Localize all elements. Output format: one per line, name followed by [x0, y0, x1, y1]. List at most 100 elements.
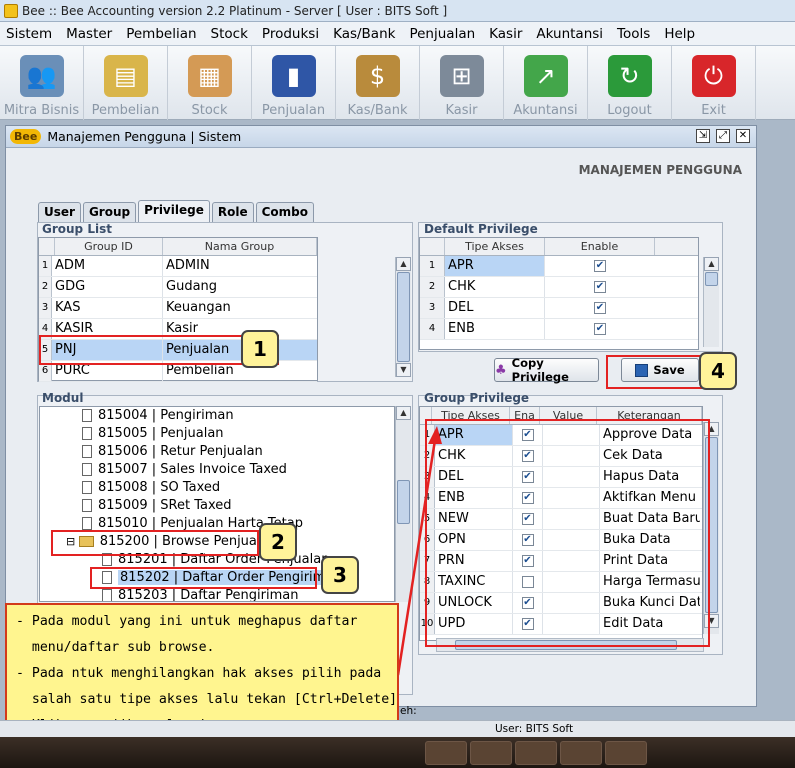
- toolbar-kas-bank-button[interactable]: $ Kas/Bank: [336, 46, 420, 120]
- callout-2: 2: [259, 523, 297, 561]
- status-user: User: BITS Soft: [495, 723, 574, 735]
- tab-role[interactable]: Role: [211, 202, 254, 222]
- toolbar-label: Kas/Bank: [347, 103, 408, 118]
- enable-checkbox[interactable]: ✔: [594, 280, 606, 293]
- toolbar-label: Akuntansi: [513, 103, 578, 118]
- menu-tools[interactable]: Tools: [617, 26, 650, 42]
- default-privilege-scrollbar[interactable]: ▲: [703, 257, 719, 347]
- enable-checkbox[interactable]: ✔: [594, 301, 606, 314]
- document-icon: [82, 481, 92, 494]
- menu-kasbank[interactable]: Kas/Bank: [333, 26, 395, 42]
- app-icon: [4, 3, 18, 18]
- document-icon: [82, 445, 92, 458]
- toolbar-mitra-bisnis-button[interactable]: 👥 Mitra Bisnis: [0, 46, 84, 120]
- toolbar-pembelian-button[interactable]: ▤ Pembelian: [84, 46, 168, 120]
- document-icon: [82, 499, 92, 512]
- tab-user[interactable]: User: [38, 202, 81, 222]
- document-icon: [82, 463, 92, 476]
- restore-icon[interactable]: ⇲: [696, 129, 710, 143]
- group-privilege-label: Group Privilege: [424, 391, 530, 405]
- scroll-up-icon[interactable]: ▲: [396, 257, 411, 271]
- money-bag-icon: $: [355, 55, 400, 97]
- column-header[interactable]: Nama Group: [163, 238, 317, 255]
- group-list-label: Group List: [42, 222, 112, 236]
- callout-3: 3: [321, 556, 359, 594]
- default-privilege-label: Default Privilege: [424, 222, 538, 236]
- page-header: MANAJEMEN PENGGUNA: [578, 163, 742, 177]
- default-privilege-grid[interactable]: Tipe Akses Enable 1 APR ✔ 2 CHK ✔ 3 DEL ✔ 4 ENB ✔: [419, 237, 699, 350]
- table-row[interactable]: 1 APR ✔: [420, 256, 698, 277]
- window-title: Manajemen Pengguna | Sistem: [47, 129, 242, 144]
- toolbar-kasir-button[interactable]: ⊞ Kasir: [420, 46, 504, 120]
- menu-penjualan[interactable]: Penjualan: [409, 26, 475, 42]
- scroll-up-icon[interactable]: ▲: [704, 257, 719, 271]
- enable-checkbox[interactable]: ✔: [594, 259, 606, 272]
- scroll-thumb[interactable]: [397, 272, 410, 362]
- tab-privilege[interactable]: Privilege: [138, 200, 210, 222]
- tree-node[interactable]: 815008 | SO Taxed: [40, 479, 394, 497]
- table-row[interactable]: 1 ADM ADMIN: [39, 256, 317, 277]
- cell-enable: ✔: [545, 277, 655, 297]
- toolbar-exit-button[interactable]: ⏻ Exit: [672, 46, 756, 120]
- scroll-up-icon[interactable]: ▲: [396, 406, 411, 420]
- table-row[interactable]: 2 CHK ✔: [420, 277, 698, 298]
- menu-master[interactable]: Master: [66, 26, 112, 42]
- tab-combo[interactable]: Combo: [255, 202, 314, 222]
- maximize-icon[interactable]: ⤢: [716, 129, 730, 143]
- tree-node[interactable]: 815004 | Pengiriman: [40, 407, 394, 425]
- cell-enable: ✔: [545, 256, 655, 276]
- menu-help[interactable]: Help: [664, 26, 695, 42]
- tree-node-label: 815006 | Retur Penjualan: [98, 444, 263, 459]
- cell-tipe-akses: DEL: [445, 298, 545, 318]
- column-header[interactable]: Tipe Akses: [445, 238, 545, 255]
- toolbar-label: Pembelian: [91, 103, 160, 118]
- taskbar-app[interactable]: [470, 741, 512, 765]
- menu-produksi[interactable]: Produksi: [262, 26, 319, 42]
- note-line: - Pada ntuk menghilangkan hak akses pili…: [16, 666, 382, 681]
- taskbar-app[interactable]: [425, 741, 467, 765]
- toolbar-logout-button[interactable]: ↻ Logout: [588, 46, 672, 120]
- menu-pembelian[interactable]: Pembelian: [126, 26, 196, 42]
- tree-node[interactable]: 815009 | SRet Taxed: [40, 497, 394, 515]
- close-icon[interactable]: ✕: [736, 129, 750, 143]
- tree-node[interactable]: 815006 | Retur Penjualan: [40, 443, 394, 461]
- app-title: Bee :: Bee Accounting version 2.2 Platin…: [22, 3, 448, 18]
- row-number-header: [420, 238, 445, 255]
- toolbar-penjualan-button[interactable]: ▮ Penjualan: [252, 46, 336, 120]
- copy-privilege-button[interactable]: ♣ Copy Privilege: [494, 356, 599, 384]
- row-number: 4: [420, 319, 445, 339]
- highlight-daftar-order-pengiriman: [90, 567, 317, 589]
- table-row[interactable]: 3 KAS Keuangan: [39, 298, 317, 319]
- group-list-scrollbar[interactable]: ▲ ▼: [395, 257, 411, 377]
- menu-stock[interactable]: Stock: [211, 26, 248, 42]
- toolbar-label: Kasir: [445, 103, 478, 118]
- scroll-down-icon[interactable]: ▼: [396, 363, 411, 377]
- boxes-icon: ▦: [187, 55, 232, 97]
- taskbar-app[interactable]: [560, 741, 602, 765]
- highlight-browse-penjualan: [51, 530, 259, 556]
- column-header[interactable]: Enable: [545, 238, 655, 255]
- row-number: 1: [39, 256, 52, 276]
- table-row[interactable]: 3 DEL ✔: [420, 298, 698, 319]
- enable-checkbox[interactable]: ✔: [594, 322, 606, 335]
- taskbar-app[interactable]: [515, 741, 557, 765]
- table-row[interactable]: 4 ENB ✔: [420, 319, 698, 340]
- menu-akuntansi[interactable]: Akuntansi: [536, 26, 603, 42]
- cell-enable: ✔: [545, 319, 655, 339]
- toolbar-akuntansi-button[interactable]: ↗ Akuntansi: [504, 46, 588, 120]
- toolbar-stock-button[interactable]: ▦ Stock: [168, 46, 252, 120]
- tree-node[interactable]: 815007 | Sales Invoice Taxed: [40, 461, 394, 479]
- taskbar-app[interactable]: [605, 741, 647, 765]
- toolbar-label: Stock: [191, 103, 228, 118]
- toolbar: 👥 Mitra Bisnis ▤ Pembelian ▦ Stock ▮ Penjualan $…: [0, 46, 795, 120]
- tree-node-label: 815203 | Daftar Pengiriman: [118, 588, 299, 602]
- menu-kasir[interactable]: Kasir: [489, 26, 522, 42]
- tree-node-label: 815004 | Pengiriman: [98, 408, 234, 423]
- grid-header: Tipe Akses Enable: [420, 238, 698, 256]
- scroll-thumb[interactable]: [705, 272, 718, 286]
- tree-node[interactable]: 815005 | Penjualan: [40, 425, 394, 443]
- menu-sistem[interactable]: Sistem: [6, 26, 52, 42]
- table-row[interactable]: 2 GDG Gudang: [39, 277, 317, 298]
- tab-group[interactable]: Group: [82, 202, 137, 222]
- column-header[interactable]: Group ID: [55, 238, 163, 255]
